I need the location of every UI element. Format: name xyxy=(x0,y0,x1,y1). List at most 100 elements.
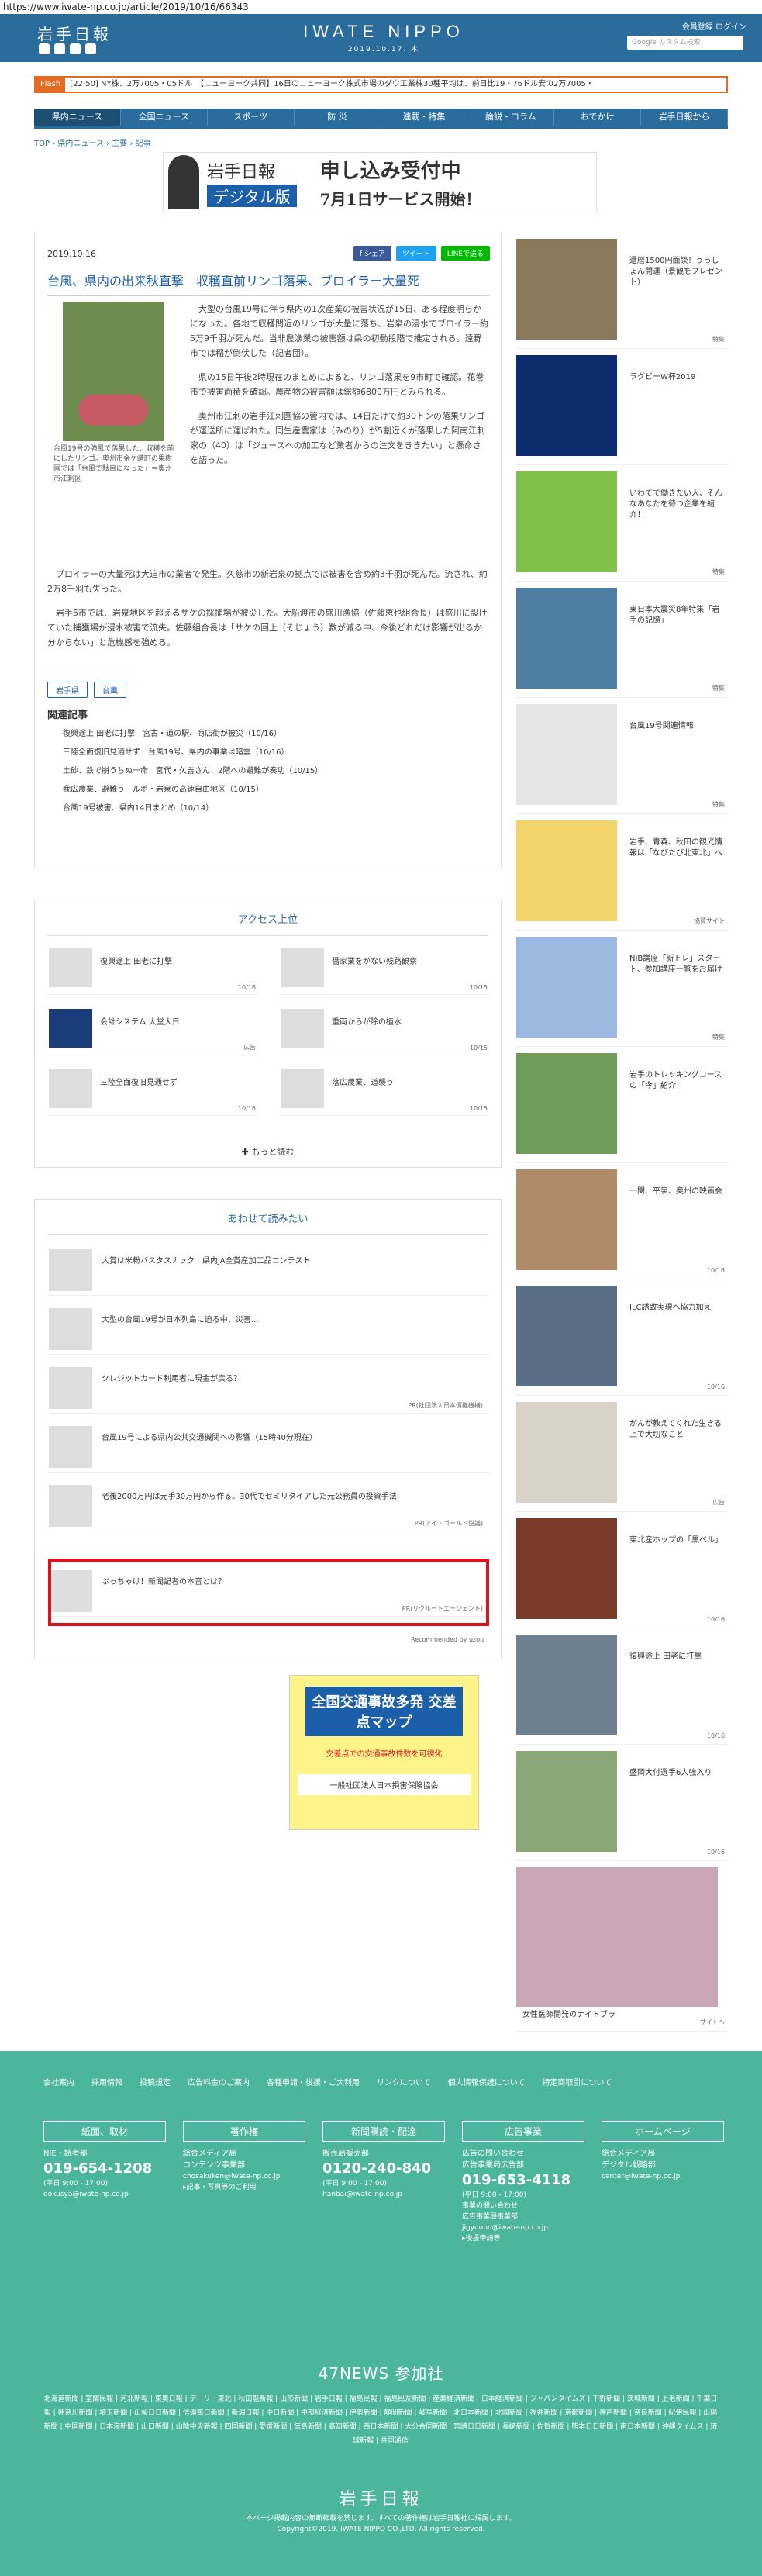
site-logo[interactable]: 岩手日報 xyxy=(37,22,112,44)
ranking-item[interactable]: 復興途上 田老に打撃 10/16 xyxy=(47,945,257,995)
account-links[interactable]: 会員登録 ログイン xyxy=(682,20,746,32)
sidebar-item[interactable]: がんが教えてくれた生きる上で大切なこと 広告 xyxy=(516,1396,728,1512)
footer-logo[interactable]: 岩手日報 xyxy=(0,2485,762,2510)
sidebar-item[interactable]: 岩手のトレッキングコースの「今」紹介！ xyxy=(516,1047,728,1163)
article-photo[interactable] xyxy=(63,302,164,441)
footer-link[interactable]: 広告料金のご案内 xyxy=(188,2079,250,2087)
search-input[interactable]: Google カスタム検索 xyxy=(627,36,743,50)
sidebar-item[interactable]: 盛岡大付選手6人強入り 10/16 xyxy=(516,1745,728,1861)
nav-columns[interactable]: 論説・コラム xyxy=(467,109,555,126)
article-body-lower: ブロイラーの大量死は大迫市の業者で発生。久慈市の新岩泉の拠点では被害を含め約3千… xyxy=(47,567,489,659)
youtube-icon[interactable] xyxy=(70,43,81,54)
facebook-icon[interactable] xyxy=(54,43,65,54)
sidebar-item[interactable]: 台風19号関連情報 特集 xyxy=(516,698,728,814)
sidebar-item[interactable]: 東日本大震災8年特集「岩手の記憶」 特集 xyxy=(516,582,728,698)
phone-number[interactable]: 019-653-4118 xyxy=(462,2171,584,2190)
ranking-item[interactable]: 会計システム 大堂大日 広告 xyxy=(47,1006,257,1055)
recommend-item[interactable]: 大型の台風19号が日本列島に迫る中、災害… xyxy=(47,1304,489,1355)
footer-link[interactable]: 採用情報 xyxy=(91,2079,122,2087)
contact-column: 広告事業 広告の問い合わせ 広告事業局広告部 019-653-4118 (平日 9:0… xyxy=(462,2121,584,2244)
line-share-button[interactable]: LINEで送る xyxy=(440,246,490,261)
footer-link[interactable]: 特定商取引について xyxy=(542,2079,612,2087)
nav-disaster[interactable]: 防 災 xyxy=(295,109,381,126)
tag-typhoon[interactable]: 台風 xyxy=(94,682,126,698)
nav-local-news[interactable]: 県内ニュース xyxy=(34,109,121,126)
ranking-title: 醤家業をかない残路観察 xyxy=(332,958,417,966)
ranking-date: 10/15 xyxy=(469,1045,488,1051)
nav-sports[interactable]: スポーツ xyxy=(208,109,295,126)
sidebar-title: 岩手のトレッキングコースの「今」紹介！ xyxy=(629,1071,722,1090)
recommend-item[interactable]: 台風19号による県内公共交通機関への影響（15時40分現在） xyxy=(47,1421,489,1473)
footer-link[interactable]: 各種申請・後援・ご大利用 xyxy=(267,2079,360,2087)
contact-heading: 紙面、取材 xyxy=(43,2121,166,2142)
nav-from-nippo[interactable]: 岩手日報から xyxy=(641,109,728,126)
related-link[interactable]: 台風19号被害、県内14日まとめ（10/14） xyxy=(63,799,322,818)
footer-link[interactable]: 個人情報保護について xyxy=(448,2079,526,2087)
highlight-frame xyxy=(48,1559,489,1626)
sidebar-label: サイトへ xyxy=(700,2018,725,2025)
recommend-item[interactable]: 大賞は米粉バスタスナック 県内JA全賞産加工品コンテスト xyxy=(47,1245,489,1296)
address-bar[interactable]: https://www.iwate-np.co.jp/article/2019/… xyxy=(0,0,762,14)
related-link[interactable]: 復興途上 田老に打撃 宮古・道の駅、商店街が被災（10/16） xyxy=(63,725,322,744)
sidebar-item[interactable]: 岩手、青森、秋田の観光情報は「なびたび北東北」へ 協賛サイト xyxy=(516,814,728,931)
traffic-map-ad[interactable]: 全国交通事故多発 交差点マップ 交差点での交通事故件数を可視化 一般社団法人日本… xyxy=(289,1675,479,1830)
contact-detail[interactable]: (平日 9:00 - 17:00) hanbai@iwate-np.co.jp xyxy=(322,2178,445,2200)
nav-features[interactable]: 連載・特集 xyxy=(381,109,468,126)
banner-logo: 岩手日報 xyxy=(207,162,276,182)
sidebar-item[interactable]: ラグビーW杯2019 xyxy=(516,349,728,465)
powered-by[interactable]: Recommended by uzou xyxy=(411,1636,484,1643)
sidebar-item[interactable]: NIB講座「新トレ」スタート、参加講座一覧をお届け 特集 xyxy=(516,931,728,1047)
related-link[interactable]: 三陸全面復旧見通せず 台風19号、県内の事業は暗雲（10/16） xyxy=(63,744,322,762)
ranking-thumb xyxy=(281,948,324,987)
sidebar-item[interactable]: いわてで働きたい人、そんなあなたを待つ企業を紹介！ 特集 xyxy=(516,465,728,582)
more-button[interactable]: ✚ もっと読む xyxy=(35,1145,501,1158)
sidebar-ad[interactable]: 女性医師開発のナイトブラ サイトへ xyxy=(516,1861,728,2032)
sidebar-item[interactable]: 還暦1500円面談！うっしょん開運（景観をプレゼント） 特集 xyxy=(516,233,728,349)
footer-link[interactable]: リンクについて xyxy=(377,2079,431,2087)
sidebar-thumb xyxy=(516,1751,617,1852)
contact-detail[interactable]: (平日 9:00 - 17:00) 事業の問い合わせ 広告事業局事業部 jigy… xyxy=(462,2190,584,2244)
flash-news-ticker[interactable]: Flash [22:50] NY株、2万7005・05ドル 【ニューヨーク共同】1… xyxy=(34,76,728,93)
sidebar-item[interactable]: 一関、平泉、奥州の映画会 10/16 xyxy=(516,1163,728,1279)
recommend-title: 大型の台風19号が日本列島に迫る中、災害… xyxy=(102,1316,259,1324)
contact-detail[interactable]: (平日 9:00 - 17:00) dokusya@iwate-np.co.jp xyxy=(43,2178,166,2200)
news47-members[interactable]: 北海道新聞 | 室蘭民報 | 河北新報 | 東奥日報 | デーリー東北 | 秋田… xyxy=(43,2392,718,2448)
flash-text[interactable]: [22:50] NY株、2万7005・05ドル 【ニューヨーク共同】16日のニュ… xyxy=(70,80,594,88)
facebook-share-button[interactable]: f シェア xyxy=(353,246,391,261)
brand-name[interactable]: IWATE NIPPO xyxy=(295,22,473,42)
phone-number[interactable]: 0120-240-840 xyxy=(322,2160,445,2178)
footer-link[interactable]: 会社案内 xyxy=(43,2079,74,2087)
footer-links: 会社案内 採用情報 投稿規定 広告料金のご案内 各種申請・後援・ご大利用 リンクについて 個… xyxy=(43,2076,648,2091)
sidebar-item[interactable]: ILC誘致実現へ協力加え 10/16 xyxy=(516,1279,728,1396)
sidebar-thumb xyxy=(516,471,617,572)
recommend-item[interactable]: 老後2000万円は元手30万円から作る。30代でセミリタイアした元公務員の投資手… xyxy=(47,1480,489,1531)
digital-edition-banner[interactable]: 岩手日報 デジタル版 申し込み受付中 7月1日サービス開始！ xyxy=(163,152,597,212)
instagram-icon[interactable] xyxy=(85,43,96,54)
contact-heading: 著作権 xyxy=(183,2121,305,2142)
nav-outings[interactable]: おでかけ xyxy=(554,109,642,126)
recommend-item[interactable]: クレジットカード利用者に現金が戻る？ PR(社団法人日本債権機構) xyxy=(47,1362,489,1414)
nav-national-news[interactable]: 全国ニュース xyxy=(121,109,208,126)
ranking-item[interactable]: 三陸全面復旧見通せず 10/16 xyxy=(47,1066,257,1116)
related-link[interactable]: 土砂、鉄で崩うちぬ一命 宮代・久吉さん、2階への避難が奏功（10/15） xyxy=(63,762,322,781)
sidebar-item[interactable]: 東北産ホップの「黒ベル」 10/16 xyxy=(516,1512,728,1628)
ranking-item[interactable]: 落広農業、道襲う 10/15 xyxy=(279,1066,489,1116)
twitter-icon[interactable] xyxy=(39,43,50,54)
breadcrumb[interactable]: TOP › 県内ニュース › 主要 › 記事 xyxy=(34,136,151,148)
related-link[interactable]: 我広農業、避難う ルポ・岩泉の高速自由地区（10/15） xyxy=(63,781,322,799)
sidebar-item[interactable]: 復興途上 田老に打撃 10/16 xyxy=(516,1628,728,1745)
tweet-button[interactable]: ツイート xyxy=(395,246,436,261)
contact-detail[interactable]: chosakuken@iwate-np.co.jp ▸記事・写真等のご利用 xyxy=(183,2171,305,2193)
ranking-item[interactable]: 醤家業をかない残路観察 10/15 xyxy=(279,945,489,995)
ranking-item[interactable]: 重両からが除の植水 10/15 xyxy=(279,1006,489,1055)
contact-detail[interactable]: center@iwate-np.co.jp xyxy=(602,2171,724,2182)
contact-heading: 新聞購読・配達 xyxy=(322,2121,445,2142)
footer-link[interactable]: 投稿規定 xyxy=(140,2079,171,2087)
phone-number[interactable]: 019-654-1208 xyxy=(43,2160,166,2178)
sidebar-thumb xyxy=(516,239,617,340)
ranking-date: 10/16 xyxy=(237,1105,256,1112)
sidebar-thumb xyxy=(516,1402,617,1503)
sidebar-thumb xyxy=(516,937,617,1038)
tag-iwate[interactable]: 岩手県 xyxy=(47,682,88,698)
sidebar-title: 復興途上 田老に打撃 xyxy=(629,1652,702,1661)
